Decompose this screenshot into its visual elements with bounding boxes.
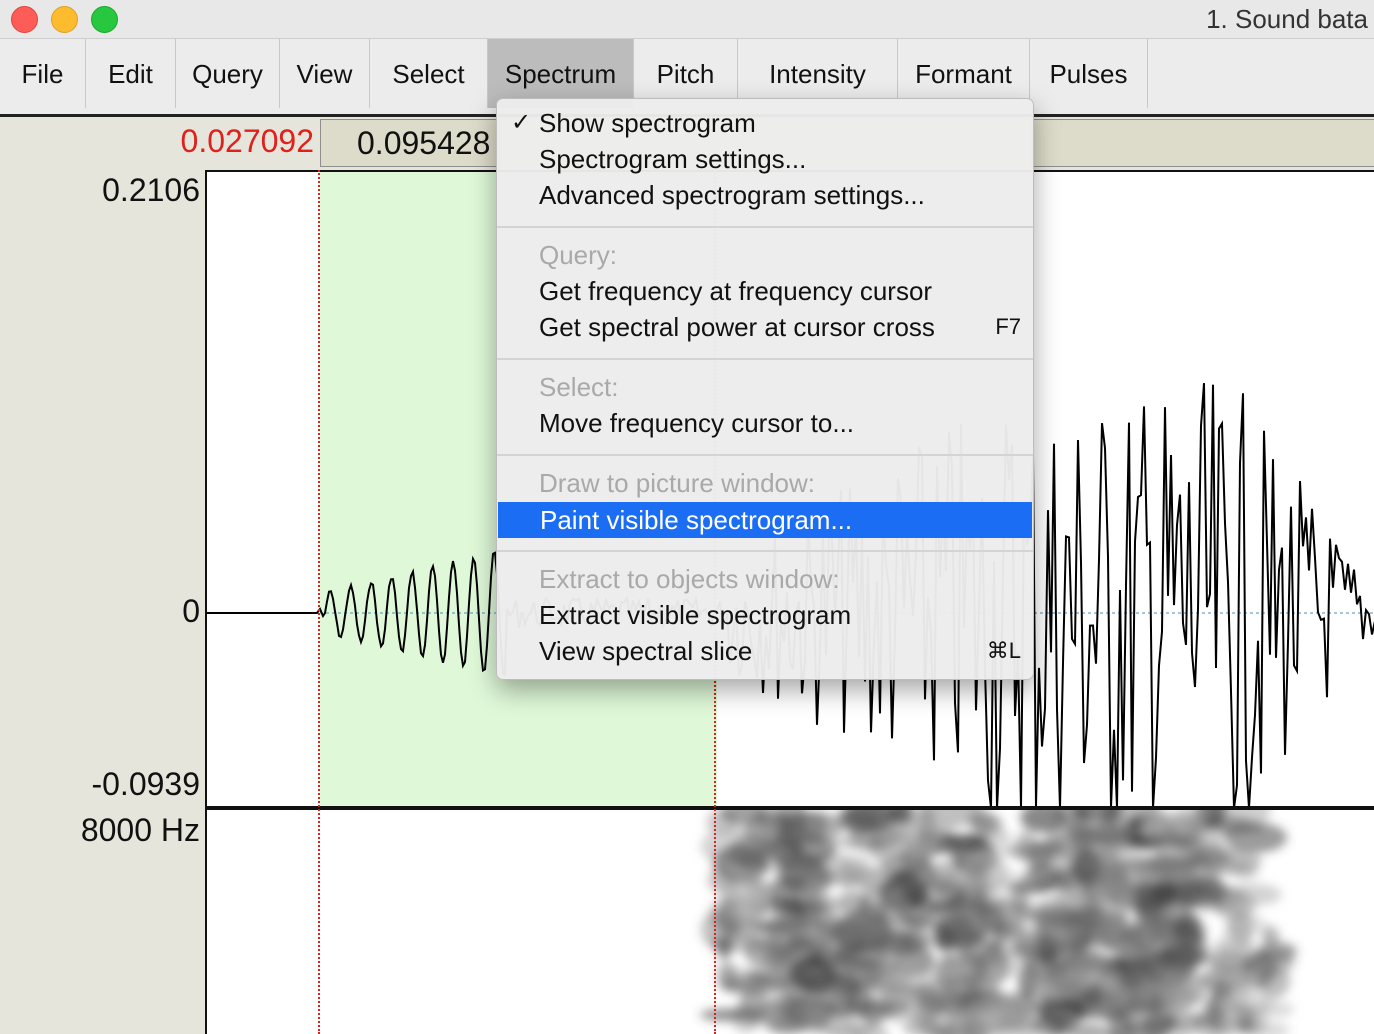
spectrogram-energy-blob — [1261, 925, 1280, 948]
spectrogram-energy-blob — [1171, 919, 1195, 935]
menu-edit[interactable]: Edit — [86, 39, 176, 108]
spectrogram-energy-blob — [801, 967, 838, 989]
menu-item-advanced-spectrogram-settings[interactable]: Advanced spectrogram settings... — [497, 177, 1033, 213]
menu-separator — [497, 358, 1033, 360]
spectrogram-energy-blob — [808, 945, 829, 968]
spectrogram-energy-blob — [727, 869, 765, 893]
menu-item-extract-visible-spectrogram[interactable]: Extract visible spectrogram — [497, 597, 1033, 633]
spectrogram-energy-blob — [1221, 883, 1282, 906]
waveform-y-zero-label: 0 — [182, 593, 200, 629]
menu-item-label: View spectral slice — [539, 636, 753, 666]
waveform-y-min-label: -0.0939 — [91, 766, 200, 802]
spectrogram-energy-blob — [1063, 907, 1111, 944]
menu-item-get-spectral-power[interactable]: Get spectral power at cursor cross F7 — [497, 309, 1033, 345]
spectrogram-energy-blob — [795, 901, 837, 927]
menu-item-move-frequency-cursor[interactable]: Move frequency cursor to... — [497, 405, 1033, 441]
spectrogram-energy-blob — [1032, 961, 1099, 993]
spectrogram-energy-blob — [1041, 837, 1063, 854]
menu-item-view-spectral-slice[interactable]: View spectral slice ⌘L — [497, 633, 1033, 669]
menu-separator — [497, 226, 1033, 228]
minimize-window-icon[interactable] — [51, 6, 78, 33]
menu-pulses[interactable]: Pulses — [1030, 39, 1148, 108]
menu-item-label: Show spectrogram — [539, 108, 756, 138]
menu-separator — [497, 454, 1033, 456]
menu-header-extract: Extract to objects window: — [539, 564, 840, 594]
selection-start-cursor[interactable] — [318, 170, 320, 1034]
spectrogram-energy-blob — [1015, 830, 1038, 863]
menu-view[interactable]: View — [280, 39, 370, 108]
checkmark-icon: ✓ — [511, 109, 532, 136]
spectrogram-energy-blob — [1048, 868, 1071, 893]
spectrogram-energy-blob — [782, 994, 835, 1029]
selection-start-time: 0.027092 — [180, 123, 314, 159]
waveform-y-max-label: 0.2106 — [102, 172, 200, 208]
spectrogram-max-freq-label: 8000 Hz — [80, 812, 200, 848]
title-bar: 1. Sound bata — [0, 0, 1374, 39]
menu-shortcut-cmd-l: ⌘L — [986, 638, 1021, 663]
spectrogram-energy-blob — [1223, 913, 1266, 935]
spectrogram-energy-blob — [880, 985, 944, 1026]
window-title: 1. Sound bata — [1206, 4, 1368, 34]
menu-item-spectrogram-settings[interactable]: Spectrogram settings... — [497, 141, 1033, 177]
spectrogram-energy-blob — [1164, 1012, 1210, 1031]
spectrogram-energy-blob — [1170, 852, 1211, 868]
selection-duration-box[interactable]: 0.095428 — [320, 119, 500, 167]
spectrogram-energy-blob — [1117, 889, 1134, 908]
menu-item-get-frequency[interactable]: Get frequency at frequency cursor — [497, 273, 1033, 309]
spectrogram-energy-blob — [729, 893, 769, 926]
spectrogram-energy-blob — [903, 878, 967, 912]
spectrogram-panel[interactable] — [205, 808, 1374, 1034]
menu-file[interactable]: File — [0, 39, 86, 108]
menu-select[interactable]: Select — [370, 39, 488, 108]
menu-header-select: Select: — [539, 372, 619, 402]
spectrogram-energy-blob — [968, 859, 991, 886]
menu-item-show-spectrogram[interactable]: ✓ Show spectrogram — [497, 105, 1033, 141]
menu-item-label: Get spectral power at cursor cross — [539, 312, 935, 342]
spectrogram-energy-blob — [1079, 844, 1097, 871]
spectrogram-energy-blob — [967, 810, 996, 833]
spectrogram-energy-blob — [1040, 998, 1086, 1028]
spectrogram-energy-blob — [965, 833, 990, 847]
spectrogram-energy-blob — [974, 880, 1034, 895]
menu-item-paint-visible-spectrogram[interactable]: Paint visible spectrogram... — [498, 502, 1032, 538]
menu-header-query: Query: — [539, 240, 618, 270]
spectrogram-energy-blob — [1233, 1005, 1267, 1034]
menu-query[interactable]: Query — [176, 39, 280, 108]
spectrum-dropdown-menu: ✓ Show spectrogram Spectrogram settings.… — [496, 98, 1034, 680]
menu-shortcut-f7: F7 — [995, 314, 1021, 339]
spectrogram-energy-blob — [893, 821, 958, 835]
spectrogram-energy-blob — [787, 934, 817, 950]
menu-separator — [497, 550, 1033, 552]
spectrogram-energy-blob — [848, 904, 892, 944]
spectrogram-energy-blob — [758, 810, 798, 848]
spectrogram-energy-blob — [1143, 992, 1196, 1010]
menu-header-draw: Draw to picture window: — [539, 468, 815, 498]
spectrogram-energy-blob — [1226, 974, 1259, 996]
spectrogram-energy-blob — [1065, 821, 1131, 845]
spectrogram-energy-blob — [848, 824, 902, 851]
spectrogram-energy-blob — [978, 912, 1014, 928]
spectrogram-energy-blob — [1103, 958, 1128, 977]
spectrogram-image — [699, 810, 1298, 1034]
time-bar-right[interactable] — [1030, 119, 1374, 167]
spectrogram-energy-blob — [900, 932, 917, 949]
zoom-window-icon[interactable] — [91, 6, 118, 33]
spectrogram-energy-blob — [738, 986, 770, 1026]
spectrogram-energy-blob — [960, 994, 1025, 1033]
close-window-icon[interactable] — [11, 6, 38, 33]
